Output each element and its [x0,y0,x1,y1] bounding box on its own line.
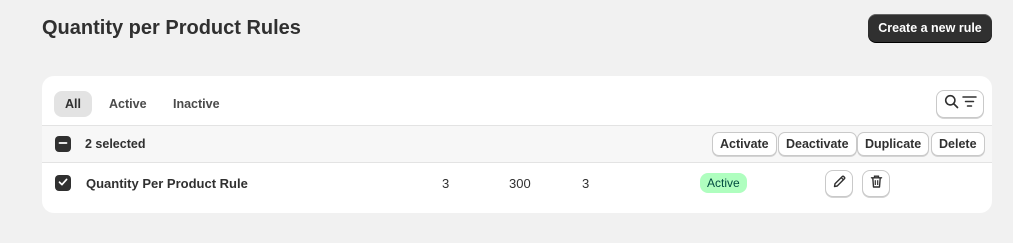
create-rule-button[interactable]: Create a new rule [868,14,992,42]
filter-icon [961,95,977,113]
status-badge: Active [700,173,747,193]
rule-name[interactable]: Quantity Per Product Rule [86,176,248,191]
select-all-checkbox[interactable] [55,136,71,152]
delete-row-button[interactable] [862,170,890,197]
deactivate-button[interactable]: Deactivate [778,132,857,156]
activate-button[interactable]: Activate [712,132,777,156]
duplicate-button[interactable]: Duplicate [857,132,930,156]
trash-icon [869,174,884,194]
page-title: Quantity per Product Rules [42,17,301,39]
row-checkbox[interactable] [55,175,71,191]
rules-card: All Active Inactive 2 selected Activate … [42,76,992,213]
table-row[interactable]: Quantity Per Product Rule 3 300 3 Active [42,163,992,203]
check-icon [58,174,68,192]
tab-all[interactable]: All [54,91,92,117]
rule-value-1: 3 [442,176,450,191]
search-filter-button[interactable] [936,90,984,118]
rule-value-2: 300 [509,176,531,191]
bulk-actions-bar: 2 selected Activate Deactivate Duplicate… [42,126,992,163]
indeterminate-icon [58,135,68,153]
search-icon [944,94,959,114]
pencil-icon [832,174,847,194]
selected-count: 2 selected [85,137,146,151]
edit-button[interactable] [825,170,853,197]
delete-button[interactable]: Delete [931,132,985,156]
rule-value-3: 3 [582,176,590,191]
tab-active[interactable]: Active [98,91,158,117]
tab-inactive[interactable]: Inactive [162,91,231,117]
tabs-bar: All Active Inactive [42,76,992,126]
